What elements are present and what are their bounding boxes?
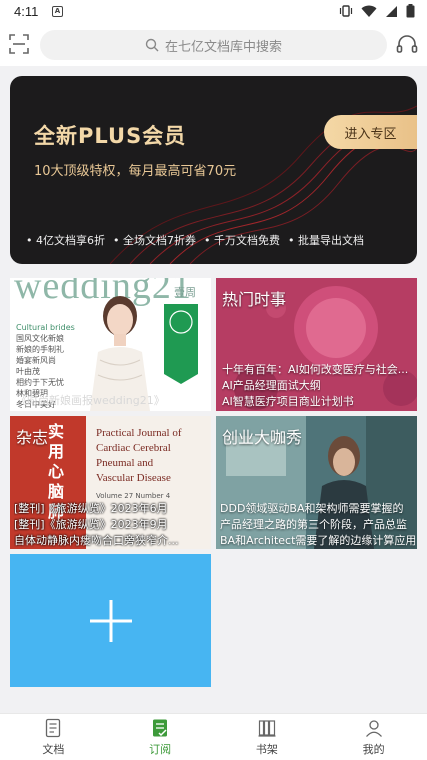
hot-news-line: 十年有百年：AI如何改变医疗与社会... <box>222 363 409 376</box>
nav-label: 文档 <box>42 742 65 756</box>
side-line: 国风文化新娘 <box>16 334 64 343</box>
side-line: Cultural brides <box>16 323 75 332</box>
journal-line: [整刊]《旅游纵览》2023年9月 <box>14 518 168 531</box>
search-header: 在七亿文档库中搜索 <box>0 24 427 66</box>
hot-news-line: AI智慧医疗项目商业计划书 <box>222 395 354 408</box>
bookshelf-icon <box>258 719 276 737</box>
nav-item-documents[interactable]: 文档 <box>0 714 107 760</box>
startup-heading: 创业大咖秀 <box>222 428 303 447</box>
bottom-navigation: 文档 订阅 书架 我的 <box>0 713 427 760</box>
search-input[interactable]: 在七亿文档库中搜索 <box>40 30 387 60</box>
document-icon <box>46 718 61 737</box>
nav-item-profile[interactable]: 我的 <box>320 714 427 760</box>
cover-title-line: Cardiac Cerebral <box>96 442 171 454</box>
journal-line: [整刊]《旅游纵览》2023年6月 <box>14 502 168 515</box>
startup-tile[interactable]: 创业大咖秀 DDD领域驱动BA和架构师需要掌握的 产品经理之路的第三个阶段，产品… <box>216 416 417 549</box>
nav-item-subscribe[interactable]: 订阅 <box>107 714 214 760</box>
perk-item: • 批量导出文档 <box>287 234 364 247</box>
headset-icon[interactable] <box>395 32 419 56</box>
side-line: 叶由茂 <box>16 367 40 376</box>
perk-item: • 4亿文档享6折 <box>26 234 105 247</box>
perk-item: • 千万文档免费 <box>203 234 280 247</box>
hot-news-tile[interactable]: 热门时事 十年有百年：AI如何改变医疗与社会... AI产品经理面试大纲 AI智… <box>216 278 417 411</box>
add-subscription-tile[interactable] <box>10 554 211 687</box>
banner-title: 全新PLUS会员 <box>34 124 187 148</box>
profile-icon <box>365 719 382 737</box>
search-icon <box>145 38 159 52</box>
plus-member-banner[interactable]: 全新PLUS会员 10大顶级特权，每月最高可省70元 进入专区 • 4亿文档享6… <box>10 76 417 264</box>
hot-news-heading: 热门时事 <box>222 290 287 309</box>
magazine-caption: 《时尚新娘画报wedding21》 <box>16 394 165 407</box>
cover-title-line: Practical Journal of <box>96 427 182 439</box>
perk-item: • 全场文档7折券 <box>112 234 196 247</box>
startup-line: 产品经理之路的第三个阶段，产品总监 <box>220 518 407 531</box>
enter-zone-button[interactable]: 进入专区 <box>324 115 417 149</box>
status-time: 4:11 <box>14 4 39 19</box>
cover-title-line: Pneumal and <box>96 457 154 469</box>
green-ribbon-badge <box>164 304 198 384</box>
plus-icon <box>90 600 132 642</box>
wifi-icon <box>361 5 377 17</box>
magazine-issue-tag: 壹周 <box>174 286 196 299</box>
cover-title-line: Vascular Disease <box>96 472 171 484</box>
journal-heading: 杂志 <box>16 428 49 447</box>
journal-line: 自体动静脉内瘘吻合口旁狭窄介... <box>14 534 179 547</box>
journal-volume: Volume 27 Number 4 <box>96 492 171 500</box>
journal-tile[interactable]: 实 用 心 脑 肺 Practical Journal of Cardiac C… <box>10 416 211 549</box>
magazine-tile[interactable]: wedding21 壹周 Cultural brides 国风文化新娘 新娘的手… <box>10 278 211 411</box>
startup-line: BA和Architect需要了解的边缘计算应用实践 <box>220 534 415 547</box>
side-line: 相约于下无忧 <box>16 378 64 387</box>
nav-label: 书架 <box>255 742 278 756</box>
scan-icon[interactable] <box>8 33 30 55</box>
nav-label: 订阅 <box>149 742 172 756</box>
banner-subtitle: 10大顶级特权，每月最高可省70元 <box>34 164 237 179</box>
search-placeholder: 在七亿文档库中搜索 <box>164 39 282 55</box>
vibrate-icon <box>339 5 353 17</box>
nav-item-bookshelf[interactable]: 书架 <box>214 714 321 760</box>
battery-icon <box>406 4 415 18</box>
status-bar: 4:11 A <box>0 0 427 24</box>
subscribe-icon <box>153 719 168 736</box>
hot-news-line: AI产品经理面试大纲 <box>222 379 321 392</box>
journal-cover-title: Practical Journal of Cardiac Cerebral Pn… <box>96 426 182 486</box>
banner-perks: • 4亿文档享6折 • 全场文档7折券 • 千万文档免费 • 批量导出文档 <box>26 232 364 248</box>
status-icons <box>339 4 415 18</box>
side-line: 婚宴新风尚 <box>16 356 56 365</box>
notification-icon: A <box>52 6 63 17</box>
nav-label: 我的 <box>362 742 385 756</box>
signal-icon <box>386 5 397 17</box>
side-line: 新娘的手制礼 <box>16 345 64 354</box>
startup-line: DDD领域驱动BA和架构师需要掌握的 <box>220 502 404 515</box>
